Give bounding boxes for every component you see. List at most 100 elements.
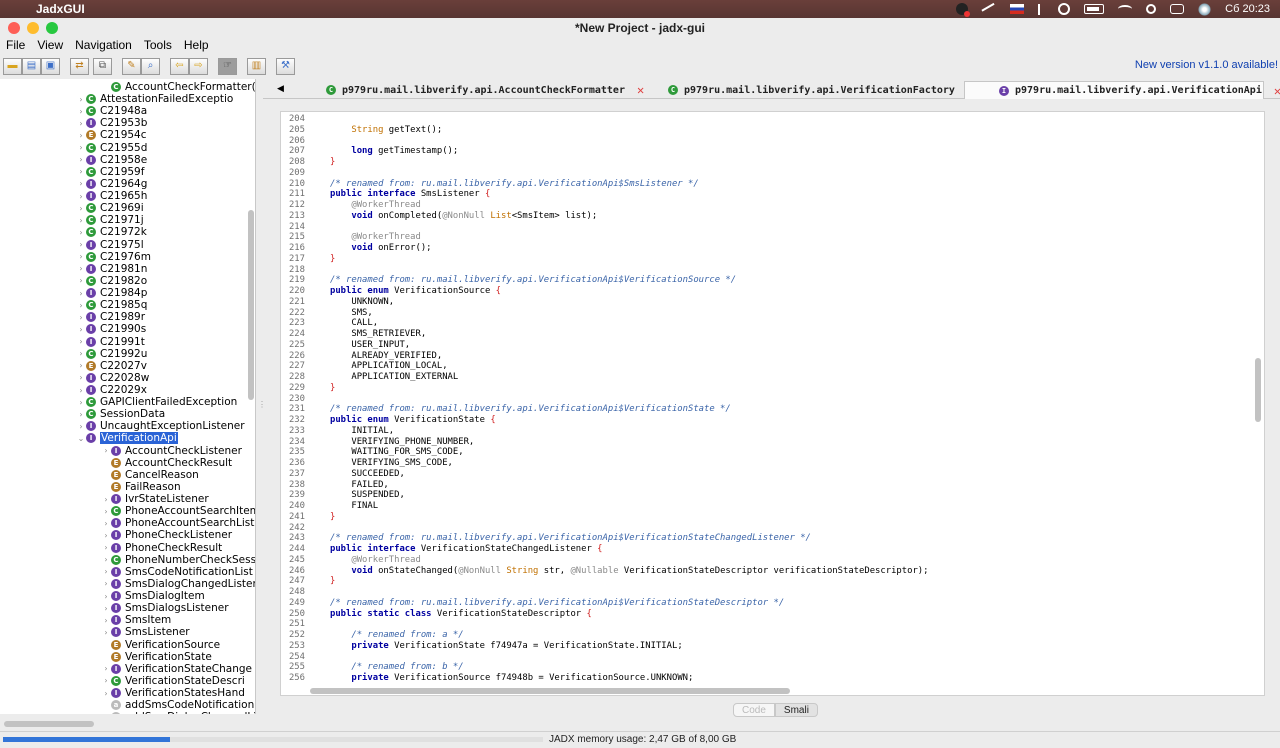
tree-item[interactable]: › I PhoneCheckResult — [101, 542, 222, 554]
wifi-icon[interactable] — [1118, 5, 1133, 13]
expand-chevron-icon[interactable]: › — [76, 386, 86, 395]
expand-chevron-icon[interactable]: › — [101, 689, 111, 698]
tree-item[interactable]: › I C21981n — [76, 263, 147, 275]
bluetooth-icon[interactable] — [1038, 3, 1044, 15]
class-tree[interactable]: C AccountCheckFormatter(A › C AttestationFai… — [0, 79, 256, 714]
expand-chevron-icon[interactable]: › — [76, 240, 86, 249]
expand-chevron-icon[interactable]: › — [101, 628, 111, 637]
add-files-button[interactable]: ▤ — [22, 57, 41, 75]
tree-item[interactable]: › I C21990s — [76, 323, 146, 335]
tree-item[interactable]: › I C21984p — [76, 287, 147, 299]
tree-item[interactable]: › I PhoneCheckListener — [101, 529, 232, 541]
tree-item[interactable]: › C C21948a — [76, 105, 147, 117]
tree-item[interactable]: a addSmsDialogChangedLis — [101, 711, 255, 714]
expand-chevron-icon[interactable]: › — [101, 592, 111, 601]
tree-item[interactable]: › I C21989r — [76, 311, 145, 323]
expand-chevron-icon[interactable]: › — [76, 204, 86, 213]
class-search-button[interactable]: ⌕ — [141, 57, 160, 75]
save-all-button[interactable]: ▣ — [41, 57, 60, 75]
tree-item[interactable]: › C AttestationFailedExceptio — [76, 93, 233, 105]
tab-scroll-left-icon[interactable]: ◀ — [277, 83, 284, 94]
expand-chevron-icon[interactable]: › — [76, 131, 86, 140]
tree-item[interactable]: › C C21972k — [76, 226, 146, 238]
tab-verification-api[interactable]: I p979ru.mail.libverify.api.Verification… — [964, 81, 1280, 99]
menu-file[interactable]: File — [0, 38, 31, 54]
expand-chevron-icon[interactable]: › — [101, 495, 111, 504]
tree-item[interactable]: › I UncaughtExceptionListener — [76, 420, 244, 432]
expand-chevron-icon[interactable]: › — [76, 289, 86, 298]
tree-vertical-scrollbar[interactable] — [248, 210, 254, 400]
tree-item[interactable]: E VerificationSource — [101, 639, 220, 651]
tree-item[interactable]: › I C21964g — [76, 178, 147, 190]
tree-item[interactable]: E AccountCheckResult — [101, 457, 232, 469]
tree-item[interactable]: E FailReason — [101, 481, 181, 493]
menu-tools[interactable]: Tools — [138, 38, 178, 54]
expand-chevron-icon[interactable]: › — [101, 555, 111, 564]
tree-item[interactable]: › I SmsItem — [101, 614, 171, 626]
tree-item[interactable]: E CancelReason — [101, 469, 199, 481]
expand-chevron-icon[interactable]: › — [101, 543, 111, 552]
tree-item[interactable]: › E C22027v — [76, 360, 147, 372]
expand-chevron-icon[interactable]: › — [76, 301, 86, 310]
tree-item[interactable]: › I SmsListener — [101, 626, 189, 638]
expand-chevron-icon[interactable]: › — [101, 604, 111, 613]
tree-item[interactable]: › C C21976m — [76, 251, 151, 263]
menu-view[interactable]: View — [31, 38, 69, 54]
tree-item[interactable]: › I C21965h — [76, 190, 147, 202]
tree-item[interactable]: › I VerificationStatesHand — [101, 687, 245, 699]
sync-tree-button[interactable]: ⇄ — [70, 57, 89, 75]
expand-chevron-icon[interactable]: › — [101, 531, 111, 540]
code-view-button[interactable]: Code — [733, 703, 775, 717]
tree-item[interactable]: › C C21955d — [76, 142, 147, 154]
menubar-clock[interactable]: Сб 20:23 — [1225, 3, 1270, 15]
expand-chevron-icon[interactable]: › — [76, 143, 86, 152]
expand-chevron-icon[interactable]: › — [76, 276, 86, 285]
tree-item[interactable]: › I SmsCodeNotificationList — [101, 566, 252, 578]
expand-chevron-icon[interactable]: › — [76, 373, 86, 382]
tree-item[interactable]: › C C21969i — [76, 202, 143, 214]
expand-chevron-icon[interactable]: › — [76, 216, 86, 225]
input-source-flag-icon[interactable] — [1010, 4, 1025, 14]
tab-verification-factory[interactable]: C p979ru.mail.libverify.api.Verification… — [660, 81, 974, 99]
expand-chevron-icon[interactable]: › — [101, 676, 111, 685]
tree-item[interactable]: a addSmsCodeNotificationL — [101, 699, 255, 711]
expand-chevron-icon[interactable]: › — [101, 567, 111, 576]
smali-view-button[interactable]: Smali — [774, 703, 818, 717]
battery-icon[interactable] — [1084, 4, 1105, 14]
tree-item[interactable]: › C GAPIClientFailedException — [76, 396, 237, 408]
expand-chevron-icon[interactable]: › — [101, 446, 111, 455]
tree-item[interactable]: › I IvrStateListener — [101, 493, 208, 505]
tree-item[interactable]: › E C21954c — [76, 129, 146, 141]
siri-icon[interactable] — [1198, 2, 1212, 16]
recording-icon[interactable] — [956, 3, 971, 17]
tree-item[interactable]: › C C21982o — [76, 275, 147, 287]
tree-item[interactable]: › I C21975l — [76, 239, 143, 251]
tree-item[interactable]: › I SmsDialogChangedListene — [101, 578, 255, 590]
show-log-button[interactable]: ▥ — [247, 57, 266, 75]
close-window-button[interactable] — [8, 22, 20, 34]
close-tab-icon[interactable]: ✕ — [637, 83, 644, 97]
tree-item[interactable]: › I C22028w — [76, 372, 149, 384]
feather-icon[interactable] — [981, 2, 997, 16]
tree-item[interactable]: › C SessionData — [76, 408, 165, 420]
control-center-icon[interactable] — [1170, 4, 1185, 14]
tree-item[interactable]: › I C21953b — [76, 117, 147, 129]
tree-item[interactable]: › I C21958e — [76, 154, 147, 166]
expand-chevron-icon[interactable]: › — [76, 107, 86, 116]
tree-item[interactable]: › C C21959f — [76, 166, 144, 178]
expand-chevron-icon[interactable]: › — [76, 264, 86, 273]
expand-chevron-icon[interactable]: › — [76, 252, 86, 261]
code-vertical-scrollbar[interactable] — [1255, 358, 1261, 422]
close-tab-icon[interactable]: ✕ — [1274, 84, 1280, 98]
split-pane-divider[interactable]: ⋮ — [258, 400, 266, 409]
expand-chevron-icon[interactable]: › — [76, 155, 86, 164]
expand-chevron-icon[interactable]: › — [76, 95, 86, 104]
tree-item[interactable]: › C PhoneAccountSearchItem — [101, 505, 255, 517]
preferences-button[interactable]: ⚒ — [276, 57, 295, 75]
expand-chevron-icon[interactable]: › — [101, 519, 111, 528]
expand-chevron-icon[interactable]: › — [101, 579, 111, 588]
open-file-button[interactable]: ▬ — [3, 57, 22, 75]
tree-item[interactable]: E VerificationState — [101, 651, 212, 663]
expand-chevron-icon[interactable]: › — [76, 167, 86, 176]
expand-chevron-icon[interactable]: › — [101, 616, 111, 625]
